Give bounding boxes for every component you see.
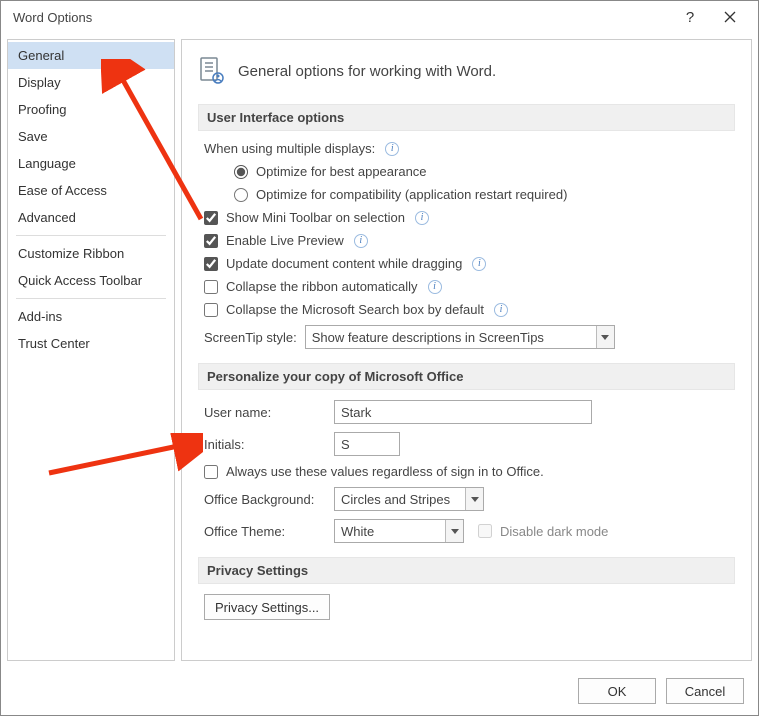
- multi-displays-label: When using multiple displays: i: [204, 141, 735, 156]
- section-privacy-header: Privacy Settings: [198, 557, 735, 584]
- radio-input[interactable]: [234, 165, 248, 179]
- theme-select[interactable]: White: [334, 519, 464, 543]
- check-mini-toolbar[interactable]: Show Mini Toolbar on selection i: [204, 210, 735, 225]
- check-update-dragging[interactable]: Update document content while dragging i: [204, 256, 735, 271]
- section-personalize-header: Personalize your copy of Microsoft Offic…: [198, 363, 735, 390]
- initials-row: Initials:: [204, 432, 735, 456]
- info-icon[interactable]: i: [428, 280, 442, 294]
- info-icon[interactable]: i: [472, 257, 486, 271]
- sidebar: General Display Proofing Save Language E…: [7, 39, 175, 661]
- sidebar-item-ease-of-access[interactable]: Ease of Access: [8, 177, 174, 204]
- chevron-down-icon: [596, 326, 614, 348]
- heading-text: General options for working with Word.: [238, 63, 496, 80]
- sidebar-item-customize-ribbon[interactable]: Customize Ribbon: [8, 240, 174, 267]
- radio-input[interactable]: [234, 188, 248, 202]
- footer: OK Cancel: [1, 667, 758, 715]
- checkbox-input[interactable]: [204, 303, 218, 317]
- word-options-dialog: Word Options ? General Display Proofing …: [0, 0, 759, 716]
- section-personalize: User name: Initials: Always use these va…: [198, 400, 735, 543]
- section-ui: When using multiple displays: i Optimize…: [198, 141, 735, 349]
- content-pane: General options for working with Word. U…: [181, 39, 752, 661]
- checkbox-input[interactable]: [478, 524, 492, 538]
- checkbox-input[interactable]: [204, 280, 218, 294]
- sidebar-item-proofing[interactable]: Proofing: [8, 96, 174, 123]
- checkbox-input[interactable]: [204, 257, 218, 271]
- sidebar-item-general[interactable]: General: [8, 42, 174, 69]
- help-icon: ?: [686, 9, 694, 26]
- check-disable-dark[interactable]: Disable dark mode: [478, 524, 608, 539]
- screentip-select[interactable]: Show feature descriptions in ScreenTips: [305, 325, 615, 349]
- close-button[interactable]: [710, 1, 750, 33]
- radio-compatibility[interactable]: Optimize for compatibility (application …: [234, 187, 735, 202]
- check-live-preview[interactable]: Enable Live Preview i: [204, 233, 735, 248]
- chevron-down-icon: [445, 520, 463, 542]
- heading: General options for working with Word.: [198, 56, 735, 86]
- screentip-row: ScreenTip style: Show feature descriptio…: [204, 325, 735, 349]
- sidebar-item-quick-access-toolbar[interactable]: Quick Access Toolbar: [8, 267, 174, 294]
- username-input[interactable]: [334, 400, 592, 424]
- info-icon[interactable]: i: [385, 142, 399, 156]
- section-privacy: Privacy Settings...: [198, 594, 735, 620]
- screentip-label: ScreenTip style:: [204, 330, 297, 345]
- help-button[interactable]: ?: [670, 1, 710, 33]
- sidebar-separator: [16, 235, 166, 236]
- username-row: User name:: [204, 400, 735, 424]
- privacy-settings-button[interactable]: Privacy Settings...: [204, 594, 330, 620]
- sidebar-separator: [16, 298, 166, 299]
- sidebar-item-display[interactable]: Display: [8, 69, 174, 96]
- sidebar-item-language[interactable]: Language: [8, 150, 174, 177]
- window-title: Word Options: [9, 10, 670, 25]
- username-label: User name:: [204, 405, 326, 420]
- cancel-button[interactable]: Cancel: [666, 678, 744, 704]
- theme-label: Office Theme:: [204, 524, 326, 539]
- radio-best-appearance[interactable]: Optimize for best appearance: [234, 164, 735, 179]
- background-select[interactable]: Circles and Stripes: [334, 487, 484, 511]
- info-icon[interactable]: i: [415, 211, 429, 225]
- ok-button[interactable]: OK: [578, 678, 656, 704]
- chevron-down-icon: [465, 488, 483, 510]
- sidebar-item-addins[interactable]: Add-ins: [8, 303, 174, 330]
- check-collapse-ribbon[interactable]: Collapse the ribbon automatically i: [204, 279, 735, 294]
- checkbox-input[interactable]: [204, 211, 218, 225]
- info-icon[interactable]: i: [494, 303, 508, 317]
- options-icon: [198, 56, 228, 86]
- sidebar-item-trust-center[interactable]: Trust Center: [8, 330, 174, 357]
- initials-label: Initials:: [204, 437, 326, 452]
- titlebar: Word Options ?: [1, 1, 758, 33]
- background-label: Office Background:: [204, 492, 326, 507]
- background-row: Office Background: Circles and Stripes: [204, 487, 735, 511]
- check-always-use[interactable]: Always use these values regardless of si…: [204, 464, 735, 479]
- theme-row: Office Theme: White Disable dark mode: [204, 519, 735, 543]
- section-ui-header: User Interface options: [198, 104, 735, 131]
- checkbox-input[interactable]: [204, 234, 218, 248]
- check-collapse-search[interactable]: Collapse the Microsoft Search box by def…: [204, 302, 735, 317]
- checkbox-input[interactable]: [204, 465, 218, 479]
- initials-input[interactable]: [334, 432, 400, 456]
- info-icon[interactable]: i: [354, 234, 368, 248]
- close-icon: [724, 11, 736, 23]
- sidebar-item-advanced[interactable]: Advanced: [8, 204, 174, 231]
- sidebar-item-save[interactable]: Save: [8, 123, 174, 150]
